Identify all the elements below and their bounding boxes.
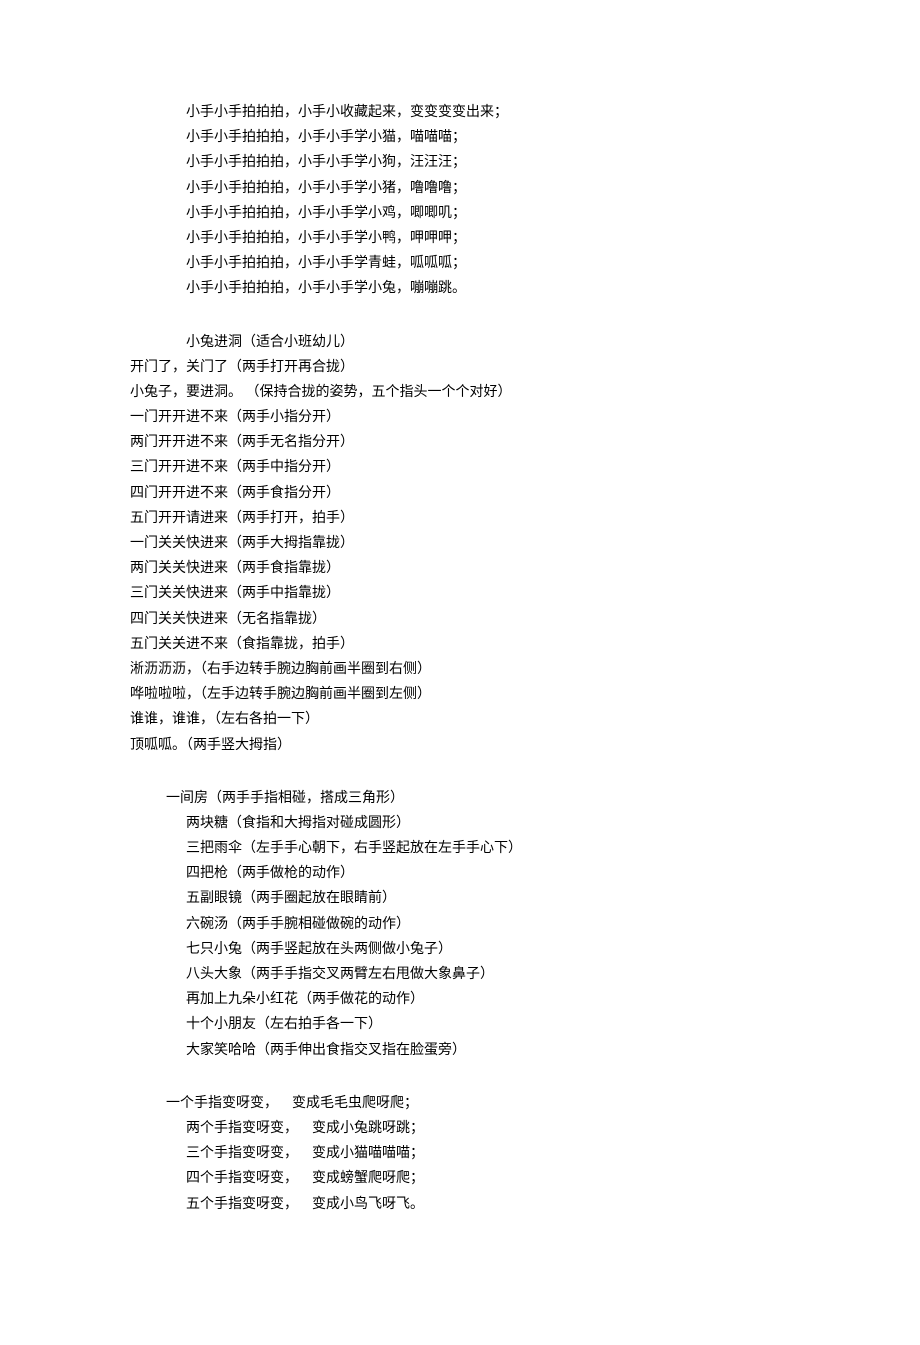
text-line: 小兔子，要进洞。 （保持合拢的姿势，五个指头一个个对好）: [130, 380, 790, 405]
text-line: 一门关关快进来（两手大拇指靠拢）: [130, 531, 790, 556]
text-line: 谁谁，谁谁，（左右各拍一下）: [130, 707, 790, 732]
text-line: 小手小手拍拍拍，小手小手学小兔，嘣嘣跳。: [130, 276, 790, 301]
text-line: 五副眼镜（两手圈起放在眼睛前）: [130, 886, 790, 911]
text-line: 小手小手拍拍拍，小手小手学青蛙，呱呱呱；: [130, 251, 790, 276]
text-line: 哗啦啦啦，（左手边转手腕边胸前画半圈到左侧）: [130, 682, 790, 707]
text-line: 小手小手拍拍拍，小手小手学小猫，喵喵喵；: [130, 125, 790, 150]
text-line: 两门开开进不来（两手无名指分开）: [130, 430, 790, 455]
text-line: 一个手指变呀变， 变成毛毛虫爬呀爬；: [130, 1091, 790, 1116]
text-line: 小手小手拍拍拍，小手小手学小狗，汪汪汪；: [130, 150, 790, 175]
text-line: 六碗汤（两手手腕相碰做碗的动作）: [130, 912, 790, 937]
text-line: 大家笑哈哈（两手伸出食指交叉指在脸蛋旁）: [130, 1038, 790, 1063]
text-line: 再加上九朵小红花（两手做花的动作）: [130, 987, 790, 1012]
text-line: 三个手指变呀变， 变成小猫喵喵喵；: [130, 1141, 790, 1166]
section-title: 小兔进洞（适合小班幼儿）: [130, 330, 790, 355]
text-line: 开门了，关门了（两手打开再合拢）: [130, 355, 790, 380]
text-line: 四门关关快进来（无名指靠拢）: [130, 607, 790, 632]
text-line: 两个手指变呀变， 变成小兔跳呀跳；: [130, 1116, 790, 1141]
text-line: 五门关关进不来（食指靠拢，拍手）: [130, 632, 790, 657]
section-4: 一个手指变呀变， 变成毛毛虫爬呀爬； 两个手指变呀变， 变成小兔跳呀跳； 三个手…: [130, 1091, 790, 1217]
text-line: 顶呱呱。（两手竖大拇指）: [130, 733, 790, 758]
text-line: 三门开开进不来（两手中指分开）: [130, 455, 790, 480]
text-line: 一门开开进不来（两手小指分开）: [130, 405, 790, 430]
text-line: 十个小朋友（左右拍手各一下）: [130, 1012, 790, 1037]
section-2: 小兔进洞（适合小班幼儿） 开门了，关门了（两手打开再合拢） 小兔子，要进洞。 （…: [130, 330, 790, 758]
text-line: 淅沥沥沥，（右手边转手腕边胸前画半圈到右侧）: [130, 657, 790, 682]
text-line: 一间房（两手手指相碰，搭成三角形）: [130, 786, 790, 811]
text-line: 小手小手拍拍拍，小手小收藏起来，变变变变出来；: [130, 100, 790, 125]
text-line: 五门开开请进来（两手打开，拍手）: [130, 506, 790, 531]
section-1: 小手小手拍拍拍，小手小收藏起来，变变变变出来； 小手小手拍拍拍，小手小手学小猫，…: [130, 100, 790, 302]
text-line: 四门开开进不来（两手食指分开）: [130, 481, 790, 506]
text-line: 四把枪（两手做枪的动作）: [130, 861, 790, 886]
text-line: 小手小手拍拍拍，小手小手学小鸡，唧唧叽；: [130, 201, 790, 226]
text-line: 八头大象（两手手指交叉两臂左右甩做大象鼻子）: [130, 962, 790, 987]
text-line: 三把雨伞（左手手心朝下，右手竖起放在左手手心下）: [130, 836, 790, 861]
text-line: 七只小兔（两手竖起放在头两侧做小兔子）: [130, 937, 790, 962]
text-line: 两块糖（食指和大拇指对碰成圆形）: [130, 811, 790, 836]
text-line: 小手小手拍拍拍，小手小手学小猪，噜噜噜；: [130, 176, 790, 201]
text-line: 三门关关快进来（两手中指靠拢）: [130, 581, 790, 606]
text-line: 四个手指变呀变， 变成螃蟹爬呀爬；: [130, 1166, 790, 1191]
text-line: 小手小手拍拍拍，小手小手学小鸭，呷呷呷；: [130, 226, 790, 251]
text-line: 五个手指变呀变， 变成小鸟飞呀飞。: [130, 1192, 790, 1217]
section-3: 一间房（两手手指相碰，搭成三角形） 两块糖（食指和大拇指对碰成圆形） 三把雨伞（…: [130, 786, 790, 1063]
text-line: 两门关关快进来（两手食指靠拢）: [130, 556, 790, 581]
